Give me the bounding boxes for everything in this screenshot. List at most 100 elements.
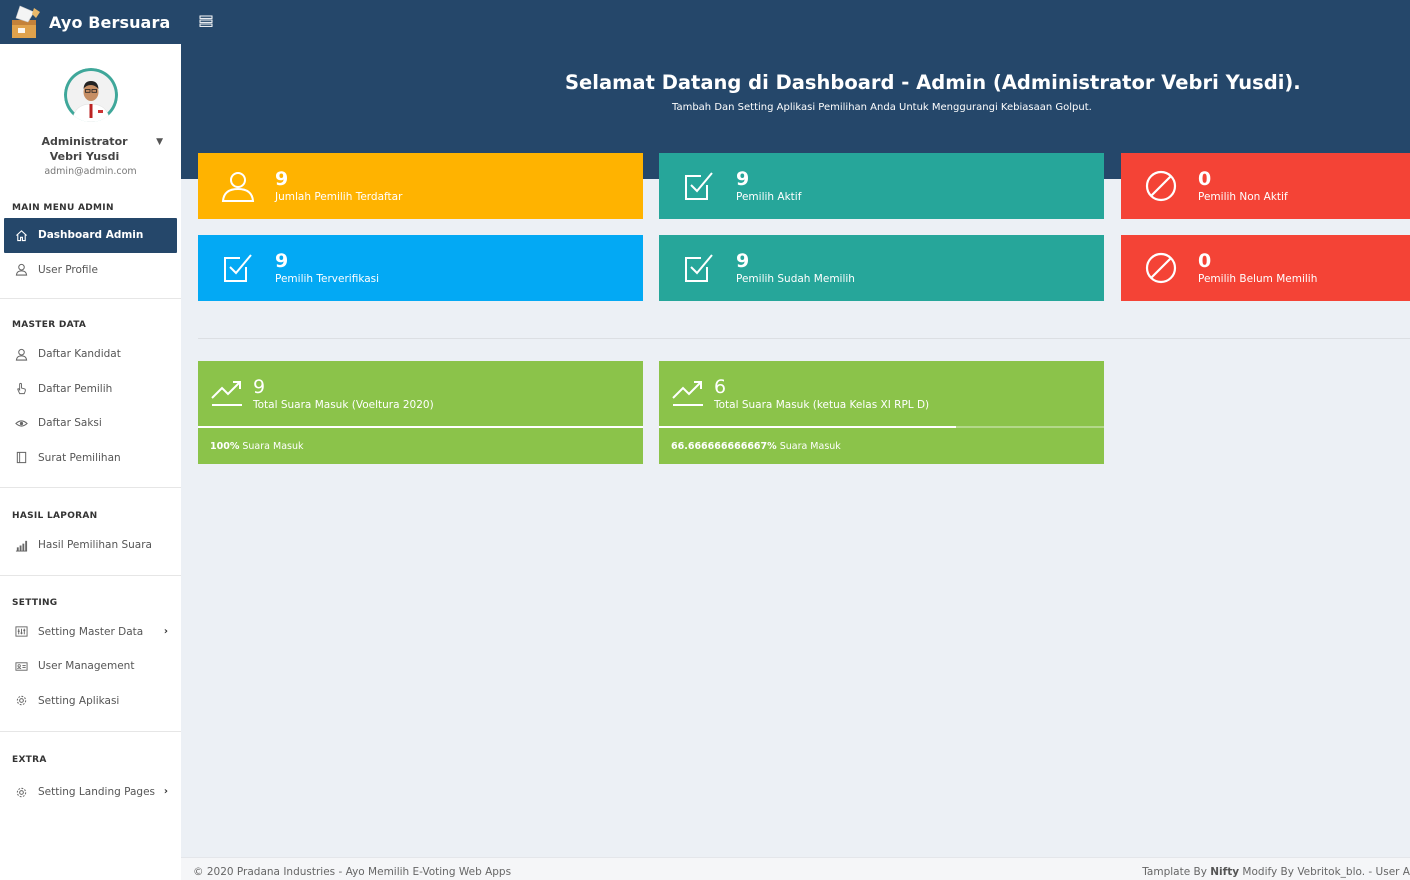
vote-progress-bar xyxy=(659,426,1104,428)
stat-tile-pemilih-belum-memilih[interactable]: 0 Pemilih Belum Memilih xyxy=(1121,235,1410,301)
profile-name-text: Administrator Vebri Yusdi xyxy=(41,135,128,163)
section-title-extra: EXTRA xyxy=(12,755,47,765)
vote-percent-suffix: Suara Masuk xyxy=(239,441,304,452)
sidebar-item-daftar-saksi[interactable]: Daftar Saksi xyxy=(0,406,181,441)
vote-percent-text: 66.666666666667% Suara Masuk xyxy=(671,441,841,452)
sidebar-item-daftar-pemilih[interactable]: Daftar Pemilih xyxy=(0,372,181,407)
footer-copyright: © 2020 Pradana Industries - Ayo Memilih … xyxy=(193,866,512,878)
stat-value: 9 xyxy=(736,250,750,272)
stat-tile-pemilih-terverifikasi[interactable]: 9 Pemilih Terverifikasi xyxy=(198,235,643,301)
menu-toggle-icon[interactable] xyxy=(199,13,213,27)
vote-card-voeltura-2020[interactable]: 9 Total Suara Masuk (Voeltura 2020) 100%… xyxy=(198,361,643,464)
app-title: Ayo Bersuara xyxy=(49,12,171,32)
vote-progress-fill xyxy=(659,426,956,428)
sidebar-item-setting-landing-pages[interactable]: Setting Landing Pages › xyxy=(0,775,181,810)
footer-credits-brand: Nifty xyxy=(1210,866,1240,878)
sidebar-item-surat-pemilihan[interactable]: Surat Pemilihan xyxy=(0,441,181,476)
page-title: Selamat Datang di Dashboard - Admin (Adm… xyxy=(565,71,1301,94)
trending-up-icon xyxy=(671,378,705,408)
sidebar-item-label: Dashboard Admin xyxy=(38,229,144,242)
section-title-hasil-laporan: HASIL LAPORAN xyxy=(12,511,98,521)
check-box-icon xyxy=(681,250,717,286)
avatar[interactable] xyxy=(63,68,118,122)
sidebar-item-label: Surat Pemilihan xyxy=(38,451,121,464)
stat-label: Pemilih Belum Memilih xyxy=(1198,273,1318,285)
sidebar-item-setting-aplikasi[interactable]: Setting Aplikasi xyxy=(0,684,181,719)
stat-tile-pemilih-sudah-memilih[interactable]: 9 Pemilih Sudah Memilih xyxy=(659,235,1104,301)
sidebar-item-label: Hasil Pemilihan Suara xyxy=(38,539,152,552)
vote-count: 9 xyxy=(253,375,266,398)
sidebar-item-label: Setting Aplikasi xyxy=(38,694,120,707)
stat-value: 9 xyxy=(275,250,289,272)
stat-label: Pemilih Non Aktif xyxy=(1198,191,1288,203)
stat-value: 9 xyxy=(736,168,750,190)
caret-down-icon[interactable]: ▼ xyxy=(156,135,163,150)
check-box-icon xyxy=(220,250,256,286)
vote-count: 6 xyxy=(714,375,727,398)
bar-chart-icon xyxy=(14,538,28,552)
sidebar-item-label: User Profile xyxy=(38,263,98,276)
stat-tile-pemilih-non-aktif[interactable]: 0 Pemilih Non Aktif xyxy=(1121,153,1410,219)
ban-icon xyxy=(1143,250,1179,286)
eye-icon xyxy=(14,416,28,430)
vote-progress-fill xyxy=(198,426,643,428)
profile-name[interactable]: Administrator Vebri Yusdi ▼ xyxy=(0,134,181,164)
stat-label: Pemilih Terverifikasi xyxy=(275,273,380,285)
divider xyxy=(0,731,181,732)
sidebar-item-label: User Management xyxy=(38,660,135,673)
vote-card-ketua-kelas[interactable]: 6 Total Suara Masuk (ketua Kelas XI RPL … xyxy=(659,361,1104,464)
stat-value: 0 xyxy=(1198,168,1212,190)
stat-tile-pemilih-aktif[interactable]: 9 Pemilih Aktif xyxy=(659,153,1104,219)
sidebar-item-daftar-kandidat[interactable]: Daftar Kandidat xyxy=(0,337,181,372)
brand[interactable]: Ayo Bersuara xyxy=(0,0,181,44)
divider xyxy=(0,298,181,299)
vote-percent-text: 100% Suara Masuk xyxy=(210,441,304,452)
stat-label: Jumlah Pemilih Terdaftar xyxy=(275,191,403,203)
hand-pointer-icon xyxy=(14,382,28,396)
stat-value: 9 xyxy=(275,168,289,190)
sliders-icon xyxy=(14,625,28,639)
home-icon xyxy=(14,228,28,242)
divider xyxy=(198,338,1410,339)
sidebar: Administrator Vebri Yusdi ▼ admin@admin.… xyxy=(0,44,181,880)
divider xyxy=(0,487,181,488)
ballot-box-logo-icon xyxy=(8,4,44,40)
page-subtitle: Tambah Dan Setting Aplikasi Pemilihan An… xyxy=(672,102,1092,113)
stat-value: 0 xyxy=(1198,250,1212,272)
vote-percent-suffix: Suara Masuk xyxy=(776,441,841,452)
id-card-icon xyxy=(14,659,28,673)
trending-up-icon xyxy=(210,378,244,408)
sidebar-item-user-management[interactable]: User Management xyxy=(0,649,181,684)
stat-tile-pemilih-terdaftar[interactable]: 9 Jumlah Pemilih Terdaftar xyxy=(198,153,643,219)
section-title-main-menu: MAIN MENU ADMIN xyxy=(12,203,114,213)
profile-email: admin@admin.com xyxy=(44,166,137,177)
vote-progress-bar xyxy=(198,426,643,428)
footer-credits-suffix: Modify By Vebritok_blo. - User A xyxy=(1239,866,1410,878)
sidebar-item-label: Daftar Pemilih xyxy=(38,382,113,395)
vote-label: Total Suara Masuk (ketua Kelas XI RPL D) xyxy=(714,398,930,411)
sidebar-item-hasil-pemilihan-suara[interactable]: Hasil Pemilihan Suara xyxy=(0,528,181,563)
gear-icon xyxy=(14,785,28,799)
sidebar-item-dashboard[interactable]: Dashboard Admin xyxy=(4,218,177,253)
chevron-right-icon: › xyxy=(163,625,168,637)
ballot-icon xyxy=(14,451,28,465)
footer-credits: Tamplate By Nifty Modify By Vebritok_blo… xyxy=(1142,866,1410,878)
check-box-icon xyxy=(681,168,717,204)
user-icon xyxy=(14,263,28,277)
vote-percent-value: 66.666666666667% xyxy=(671,441,777,452)
profile-widget: Administrator Vebri Yusdi ▼ admin@admin.… xyxy=(0,44,181,194)
stat-label: Pemilih Sudah Memilih xyxy=(736,273,855,285)
vote-percent-value: 100% xyxy=(210,441,240,452)
section-title-setting: SETTING xyxy=(12,597,58,608)
sidebar-item-label: Setting Landing Pages xyxy=(38,786,156,799)
ban-icon xyxy=(1143,168,1179,204)
gear-icon xyxy=(14,694,28,708)
divider xyxy=(0,574,181,576)
sidebar-item-user-profile[interactable]: User Profile xyxy=(0,253,181,288)
user-icon xyxy=(14,347,28,361)
user-icon xyxy=(220,168,256,204)
sidebar-item-label: Daftar Kandidat xyxy=(38,348,121,361)
sidebar-item-setting-master-data[interactable]: Setting Master Data › xyxy=(0,615,181,650)
sidebar-item-label: Daftar Saksi xyxy=(38,417,102,430)
chevron-right-icon: › xyxy=(163,786,168,797)
